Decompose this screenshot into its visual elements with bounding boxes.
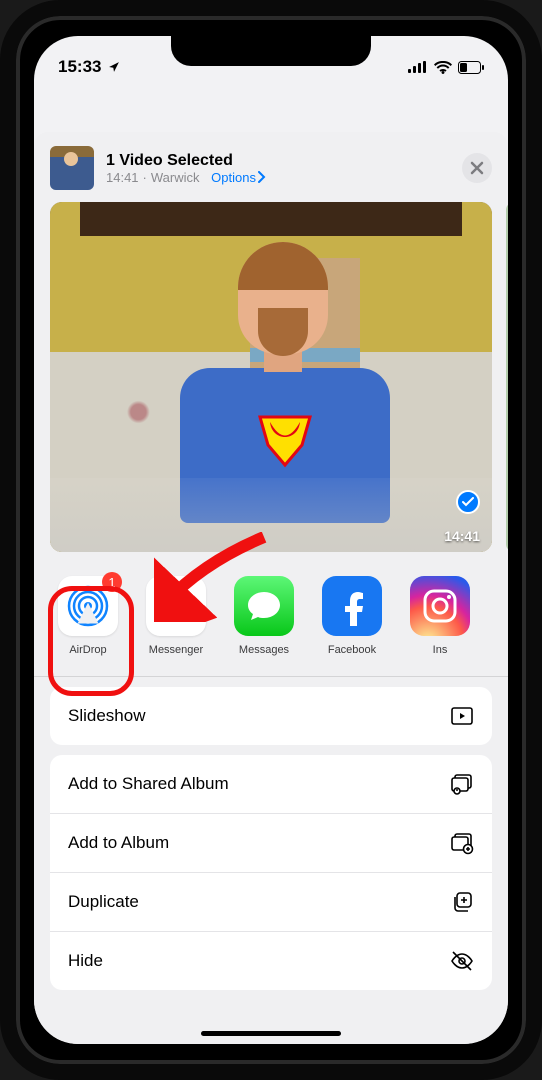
action-add-album[interactable]: Add to Album — [50, 814, 492, 873]
action-add-shared-album[interactable]: Add to Shared Album — [50, 755, 492, 814]
messenger-icon — [154, 584, 198, 628]
airdrop-icon — [66, 584, 110, 628]
video-duration: 14:41 — [444, 528, 480, 544]
action-hide[interactable]: Hide — [50, 932, 492, 990]
duplicate-icon — [450, 890, 474, 914]
action-slideshow[interactable]: Slideshow — [50, 687, 492, 745]
share-sheet: 1 Video Selected 14:41 · Warwick Options — [34, 132, 508, 1044]
messages-icon — [244, 586, 284, 626]
home-indicator[interactable] — [201, 1031, 341, 1036]
header-title: 1 Video Selected — [106, 152, 450, 170]
header-meta-time: 14:41 — [106, 170, 139, 185]
play-rect-icon — [450, 704, 474, 728]
shared-album-icon — [450, 772, 474, 796]
share-apps-row[interactable]: 1 AirDrop Messenger — [34, 562, 508, 677]
app-label: AirDrop — [69, 644, 106, 656]
actions-list: Slideshow Add to Shared Album Add to Alb… — [34, 677, 508, 990]
add-album-icon — [450, 831, 474, 855]
app-messages[interactable]: Messages — [232, 576, 296, 656]
facebook-icon — [332, 586, 372, 626]
header-meta-location: Warwick — [151, 170, 200, 185]
header-thumbnail[interactable] — [50, 146, 94, 190]
app-label: Facebook — [328, 644, 376, 656]
app-airdrop[interactable]: 1 AirDrop — [56, 576, 120, 656]
action-duplicate[interactable]: Duplicate — [50, 873, 492, 932]
close-icon — [470, 161, 484, 175]
app-facebook[interactable]: Facebook — [320, 576, 384, 656]
battery-icon — [458, 61, 484, 74]
app-label: Messages — [239, 644, 289, 656]
chevron-right-icon — [258, 171, 266, 183]
selected-checkmark-icon — [456, 490, 480, 514]
airdrop-badge: 1 — [102, 572, 122, 592]
cellular-icon — [408, 61, 428, 73]
options-link[interactable]: Options — [211, 170, 266, 185]
share-header: 1 Video Selected 14:41 · Warwick Options — [34, 132, 508, 202]
eye-slash-icon — [450, 949, 474, 973]
app-label: Ins — [433, 644, 448, 656]
video-preview[interactable]: 14:41 — [50, 202, 492, 552]
next-preview-peek[interactable] — [506, 202, 508, 552]
status-time: 15:33 — [58, 57, 101, 77]
app-instagram[interactable]: Ins — [408, 576, 472, 656]
location-icon — [107, 60, 121, 74]
instagram-icon — [421, 587, 459, 625]
close-button[interactable] — [462, 153, 492, 183]
app-messenger[interactable]: Messenger — [144, 576, 208, 656]
wifi-icon — [434, 61, 452, 74]
app-label: Messenger — [149, 644, 203, 656]
